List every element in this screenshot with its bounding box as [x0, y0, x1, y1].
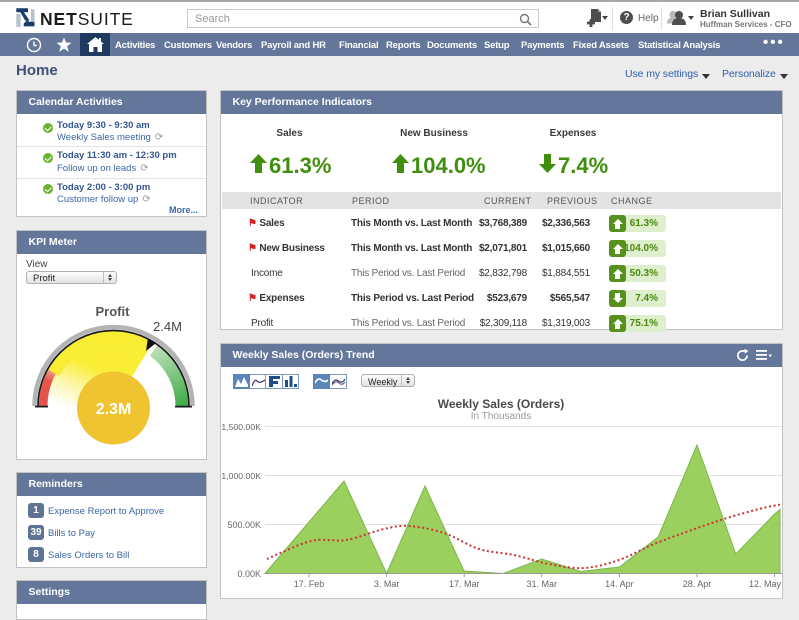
svg-text:31. Mar: 31. Mar — [527, 579, 558, 589]
svg-text:1,000.00K: 1,000.00K — [221, 471, 261, 481]
svg-text:14. Apr: 14. Apr — [605, 579, 634, 589]
svg-text:500.00K: 500.00K — [227, 520, 261, 530]
svg-text:3. Mar: 3. Mar — [374, 579, 400, 589]
svg-text:17. Mar: 17. Mar — [449, 579, 480, 589]
svg-text:17. Feb: 17. Feb — [294, 579, 325, 589]
svg-text:1,500.00K: 1,500.00K — [221, 422, 261, 432]
svg-text:0.00K: 0.00K — [237, 569, 261, 579]
svg-text:28. Apr: 28. Apr — [683, 579, 712, 589]
svg-text:12. May: 12. May — [749, 579, 782, 589]
svg-text:2.3M: 2.3M — [96, 401, 132, 418]
